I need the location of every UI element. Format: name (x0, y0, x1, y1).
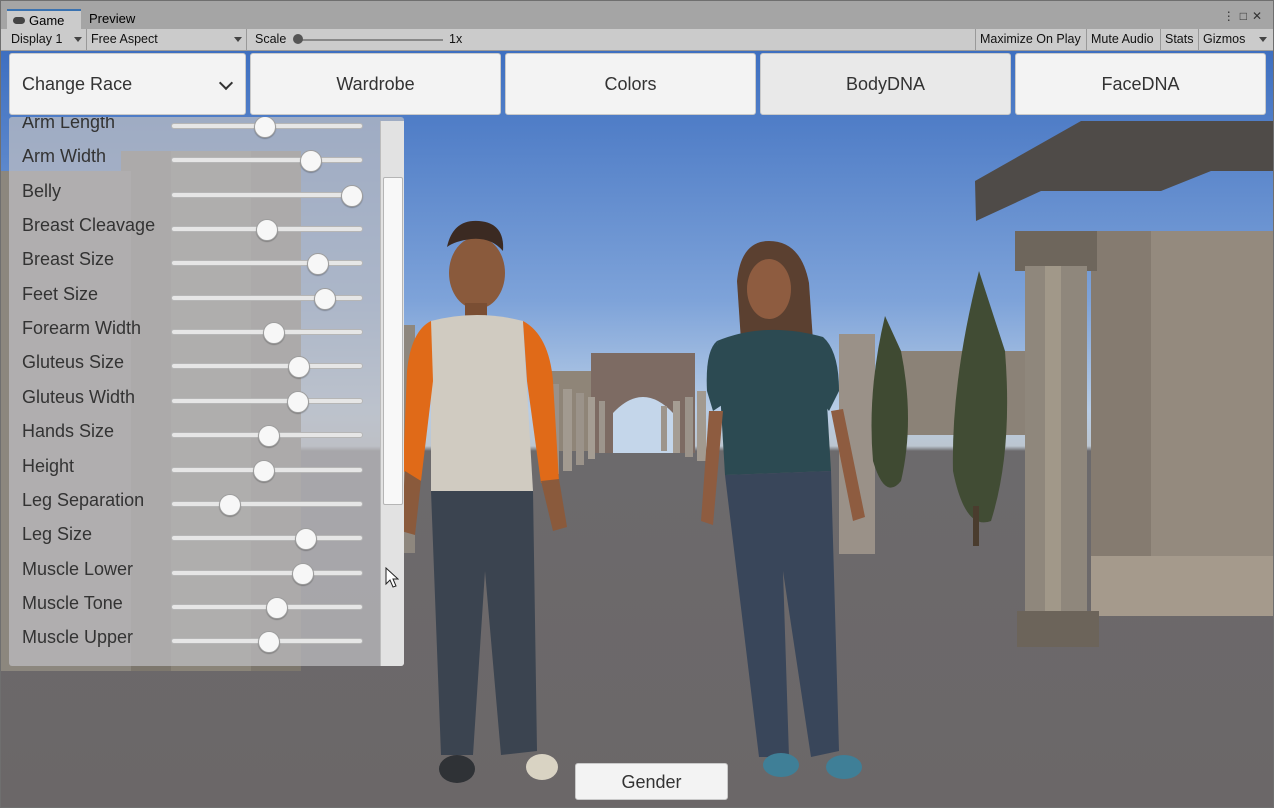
aspect-dropdown-label: Free Aspect (91, 32, 158, 46)
dna-slider-handle[interactable] (300, 150, 323, 173)
dna-slider-handle[interactable] (341, 184, 363, 207)
dna-slider-handle[interactable] (286, 390, 309, 413)
stats-toggle[interactable]: Stats (1161, 29, 1199, 50)
close-window-icon[interactable]: ✕ (1252, 9, 1267, 23)
scale-label: Scale (255, 32, 287, 46)
body-dna-panel: Arm Length Arm Width Belly Breast Cleavage B… (9, 117, 404, 666)
dna-slider-handle[interactable] (257, 631, 280, 654)
caret-down-icon (74, 37, 82, 42)
dna-slider-track[interactable] (171, 535, 363, 542)
game-window: Game Preview ⋮□✕ Display 1 Free Aspect S… (0, 0, 1274, 808)
display-dropdown-label: Display 1 (11, 32, 63, 46)
maximize-window-icon[interactable]: □ (1240, 9, 1252, 23)
dna-slider-label: Hands Size (22, 421, 115, 442)
dna-slider-track[interactable] (171, 397, 363, 404)
dna-slider-handle[interactable] (254, 117, 277, 138)
dna-slider-row: Feet Size (9, 280, 379, 314)
dna-slider-track[interactable] (171, 157, 363, 164)
scrollbar-thumb[interactable] (383, 177, 403, 505)
dna-slider-label: Muscle Upper (22, 627, 134, 648)
dna-slider-handle[interactable] (288, 356, 311, 379)
dna-slider-handle[interactable] (291, 562, 314, 585)
dna-slider-track[interactable] (171, 191, 363, 198)
dna-slider-row: Muscle Upper (9, 623, 379, 657)
scale-slider-track[interactable] (297, 39, 443, 41)
dna-slider-label: Gluteus Width (22, 386, 136, 407)
dna-slider-row: Forearm Width (9, 314, 379, 348)
dna-slider-label: Height (22, 455, 75, 476)
scale-value: 1x (449, 32, 463, 46)
dna-slider-label: Muscle Lower (22, 558, 134, 579)
dna-slider-handle[interactable] (295, 528, 318, 551)
dna-slider-label: Arm Length (22, 117, 116, 132)
gizmos-dropdown[interactable]: Gizmos (1199, 29, 1269, 50)
editor-tab-bar: Game Preview ⋮□✕ (1, 1, 1273, 29)
game-toolbar: Display 1 Free Aspect Scale 1x Maximize … (1, 29, 1273, 51)
dna-slider-label: Leg Separation (22, 489, 145, 510)
tab-preview-label: Preview (89, 11, 136, 26)
dna-slider-row: Arm Width (9, 142, 379, 176)
more-options-icon[interactable]: ⋮ (1223, 9, 1240, 23)
dna-slider-row: Arm Length (9, 117, 379, 142)
dna-slider-label: Gluteus Size (22, 352, 125, 373)
tab-game[interactable]: Game (7, 9, 81, 29)
dna-slider-row: Leg Size (9, 520, 379, 554)
dna-slider-row: Breast Cleavage (9, 211, 379, 245)
dna-slider-row: Hands Size (9, 417, 379, 451)
dna-slider-handle[interactable] (257, 425, 280, 448)
dna-slider-handle[interactable] (313, 287, 336, 310)
body-dna-button[interactable]: BodyDNA (760, 53, 1011, 115)
dna-slider-track[interactable] (171, 569, 363, 576)
wardrobe-button[interactable]: Wardrobe (250, 53, 501, 115)
dna-slider-row: Muscle Tone (9, 589, 379, 623)
game-viewport[interactable]: Change Race Wardrobe Colors BodyDNA Face… (1, 51, 1273, 807)
dna-slider-label: Belly (22, 180, 62, 201)
change-race-label: Change Race (22, 74, 133, 94)
dna-slider-row: Gluteus Width (9, 383, 379, 417)
display-dropdown[interactable]: Display 1 (7, 29, 87, 50)
scale-slider-handle[interactable] (293, 34, 303, 44)
dna-slider-track[interactable] (171, 500, 363, 507)
dna-slider-handle[interactable] (307, 253, 329, 276)
dna-slider-label: Breast Cleavage (22, 215, 156, 236)
dna-slider-row: Belly (9, 177, 379, 211)
face-dna-button[interactable]: FaceDNA (1015, 53, 1266, 115)
dna-slider-handle[interactable] (266, 596, 289, 619)
gamepad-icon (13, 17, 25, 25)
dna-slider-handle[interactable] (218, 493, 241, 516)
gizmos-label: Gizmos (1203, 32, 1246, 46)
male-character (401, 220, 567, 783)
tab-preview[interactable]: Preview (89, 9, 159, 29)
change-race-dropdown[interactable]: Change Race (9, 53, 246, 115)
dna-slider-row: Muscle Lower (9, 555, 379, 589)
dna-slider-row: Height (9, 452, 379, 486)
tab-game-label: Game (29, 13, 65, 28)
gender-button[interactable]: Gender (575, 763, 728, 800)
mouse-cursor-icon (385, 567, 399, 588)
dna-slider-handle[interactable] (252, 459, 275, 482)
dna-slider-row: Leg Separation (9, 486, 379, 520)
mute-audio-toggle[interactable]: Mute Audio (1087, 29, 1161, 50)
dna-slider-label: Muscle Tone (22, 592, 123, 613)
dna-slider-track[interactable] (171, 363, 363, 370)
dna-slider-handle[interactable] (256, 219, 278, 242)
aspect-dropdown[interactable]: Free Aspect (87, 29, 247, 50)
chevron-down-icon (218, 75, 234, 91)
caret-down-icon (234, 37, 242, 42)
dna-slider-row: Gluteus Size (9, 348, 379, 382)
dna-slider-label: Arm Width (22, 146, 107, 167)
dna-slider-label: Forearm Width (22, 318, 142, 339)
colors-button[interactable]: Colors (505, 53, 756, 115)
dna-slider-label: Leg Size (22, 524, 93, 545)
dna-slider-label: Breast Size (22, 249, 115, 270)
dna-slider-row: Breast Size (9, 245, 379, 279)
dna-slider-track[interactable] (171, 260, 363, 267)
window-controls: ⋮□✕ (1223, 9, 1267, 23)
dna-slider-handle[interactable] (262, 322, 285, 345)
dna-slider-label: Feet Size (22, 283, 99, 304)
maximize-on-play-toggle[interactable]: Maximize On Play (975, 29, 1087, 50)
caret-down-icon (1259, 37, 1267, 42)
